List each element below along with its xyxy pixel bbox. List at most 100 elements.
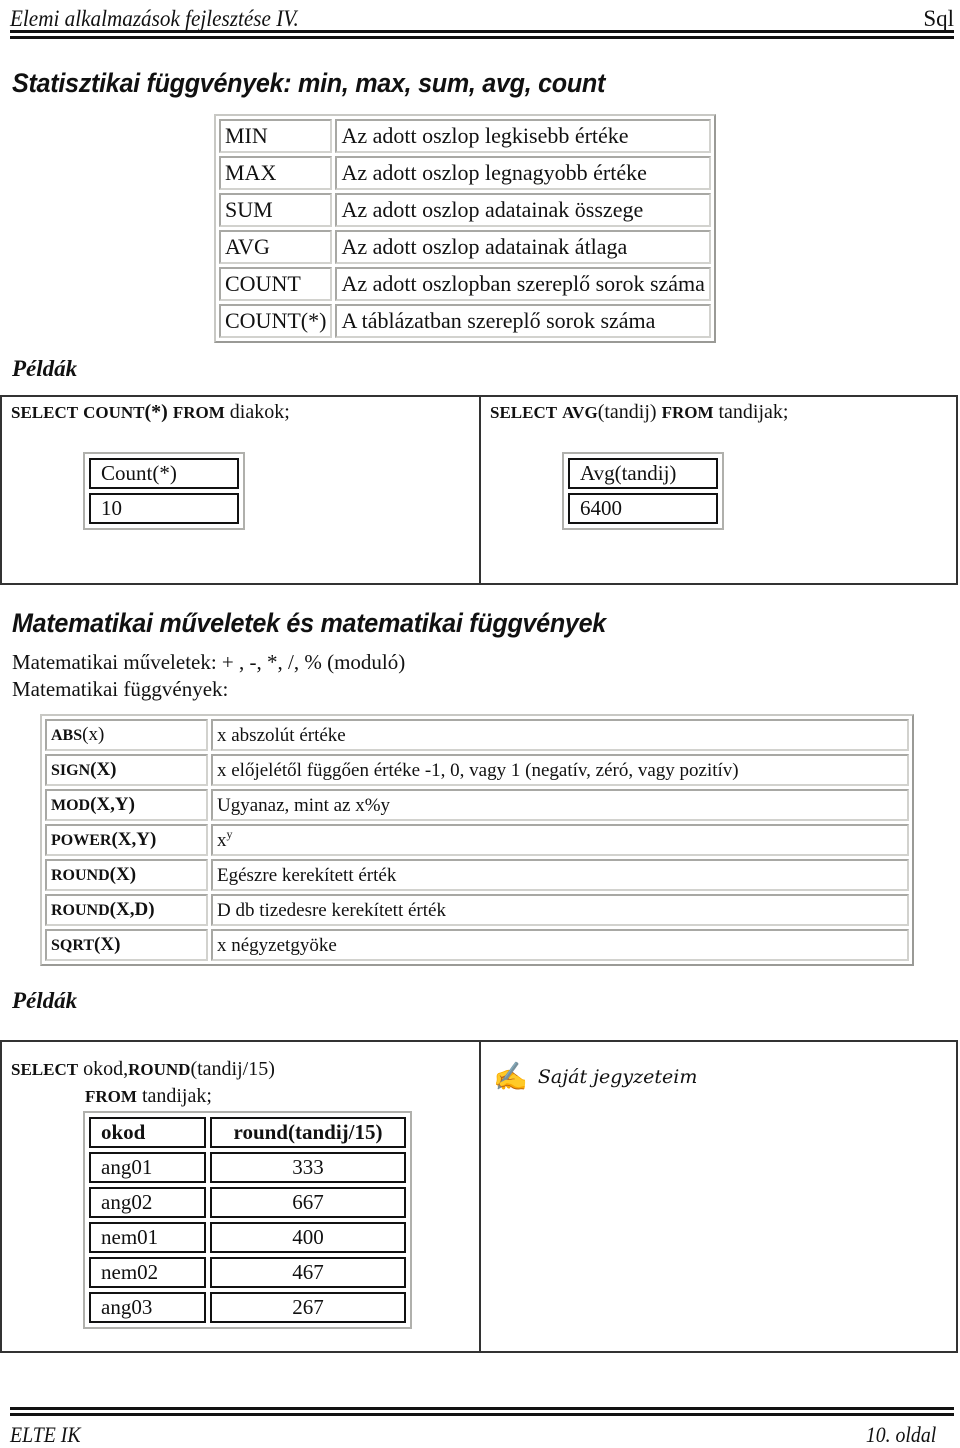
fn-args: (X) [90, 759, 117, 780]
sql-function: ROUND [128, 1060, 191, 1079]
table-row: nem01 400 [89, 1222, 406, 1253]
sql-arg: (tandij) [597, 401, 657, 423]
value-cell: 400 [210, 1222, 406, 1253]
fn-cell: ROUND(X,D) [45, 894, 208, 926]
fn-name: MOD [51, 797, 91, 814]
sql-query: SELECT okod,ROUND(tandij/15) FROM tandij… [11, 1056, 275, 1110]
desc-cell: Az adott oszlop adatainak átlaga [335, 230, 711, 264]
fn-name: ABS [51, 727, 83, 744]
table-row: nem02 467 [89, 1257, 406, 1288]
sql-keyword: SELECT [11, 1060, 79, 1079]
fn-cell: COUNT(*) [219, 304, 333, 338]
fn-cell: SUM [219, 193, 333, 227]
column-header: round(tandij/15) [210, 1117, 406, 1148]
math-functions-table: ABS(x) x abszolút értéke SIGN(X) x elője… [40, 714, 914, 966]
table-row: COUNT Az adott oszlopban szereplő sorok … [219, 267, 711, 301]
stat-functions-table: MIN Az adott oszlop legkisebb értéke MAX… [214, 114, 716, 343]
fn-cell: MIN [219, 119, 333, 153]
okod-cell: nem01 [89, 1222, 206, 1253]
desc-cell: Egészre kerekített érték [211, 859, 909, 891]
result-header: Avg(tandij) [568, 458, 718, 489]
table-row: AVG Az adott oszlop adatainak átlaga [219, 230, 711, 264]
table-row: SUM Az adott oszlop adatainak összege [219, 193, 711, 227]
sql-table: tandijak; [141, 1085, 212, 1107]
sql-keyword: SELECT [490, 403, 558, 422]
table-header-row: okod round(tandij/15) [89, 1117, 406, 1148]
value-cell: 333 [210, 1152, 406, 1183]
table-row: MOD(X,Y) Ugyanaz, mint az x%y [45, 789, 909, 821]
table-row: Avg(tandij) [568, 458, 718, 489]
okod-cell: ang01 [89, 1152, 206, 1183]
fn-name: ROUND [51, 902, 110, 919]
fn-args: (X,D) [109, 899, 155, 920]
math-funcs-line: Matematikai függvények: [12, 677, 229, 701]
course-title: Elemi alkalmazások fejlesztése IV. [10, 6, 299, 31]
footer-rule [10, 1407, 954, 1417]
table-row: ang01 333 [89, 1152, 406, 1183]
desc-cell: x előjelétől függően értéke -1, 0, vagy … [211, 754, 909, 786]
fn-cell: SQRT(X) [45, 929, 208, 961]
table-row: ang03 267 [89, 1292, 406, 1323]
fn-args: (X) [109, 864, 137, 885]
sql-keyword: FROM [172, 403, 225, 422]
table-row: SIGN(X) x előjelétől függően értéke -1, … [45, 754, 909, 786]
fn-cell: COUNT [219, 267, 333, 301]
table-row: SQRT(X) x négyzetgyöke [45, 929, 909, 961]
desc-cell: Az adott oszlopban szereplő sorok száma [335, 267, 711, 301]
table-row: Count(*) [89, 458, 239, 489]
example-box-round: SELECT okod,ROUND(tandij/15) FROM tandij… [0, 1040, 481, 1353]
table-row: POWER(X,Y) xy [45, 824, 909, 856]
example-box-count: SELECT COUNT(*) FROM diakok; Count(*) 10 [0, 395, 481, 585]
table-row: MAX Az adott oszlop legnagyobb értéke [219, 156, 711, 190]
examples-label-2: Példák [12, 988, 78, 1013]
okod-cell: ang03 [89, 1292, 206, 1323]
desc-cell: x abszolút értéke [211, 719, 909, 751]
fn-cell: ROUND(X) [45, 859, 208, 891]
sql-table: tandijak; [718, 401, 789, 423]
header-rule [10, 30, 954, 40]
table-row: 6400 [568, 493, 718, 524]
fn-cell: AVG [219, 230, 333, 264]
desc-cell: Az adott oszlop adatainak összege [335, 193, 711, 227]
sql-keyword: FROM [85, 1087, 137, 1106]
fn-cell: MAX [219, 156, 333, 190]
table-row: MIN Az adott oszlop legkisebb értéke [219, 119, 711, 153]
table-row: ABS(x) x abszolút értéke [45, 719, 909, 751]
sql-arg: (*) [144, 401, 168, 423]
page-number: 10. oldal [865, 1422, 936, 1447]
value-cell: 467 [210, 1257, 406, 1288]
sql-query: SELECT COUNT(*) FROM diakok; [11, 401, 290, 424]
sql-table: diakok; [229, 401, 290, 423]
table-row: COUNT(*) A táblázatban szereplő sorok sz… [219, 304, 711, 338]
table-row: ROUND(X,D) D db tizedesre kerekített ért… [45, 894, 909, 926]
table-row: ang02 667 [89, 1187, 406, 1218]
notes-label: Saját jegyzeteim [537, 1066, 698, 1088]
topic-label: Sql [923, 6, 954, 31]
sql-cols: okod, [83, 1058, 129, 1080]
fn-name: ROUND [51, 867, 110, 884]
okod-cell: nem02 [89, 1257, 206, 1288]
result-header: Count(*) [89, 458, 239, 489]
desc-cell: Ugyanaz, mint az x%y [211, 789, 909, 821]
result-table: okod round(tandij/15) ang01 333 ang02 66… [83, 1111, 412, 1329]
column-header: okod [89, 1117, 206, 1148]
okod-cell: ang02 [89, 1187, 206, 1218]
fn-args: (X,Y) [90, 794, 135, 815]
sql-keyword: SELECT [11, 403, 79, 422]
examples-label: Példák [12, 356, 78, 381]
table-row: 10 [89, 493, 239, 524]
fn-args: (X,Y) [111, 829, 157, 850]
fn-cell: SIGN(X) [45, 754, 208, 786]
math-ops-line: Matematikai műveletek: + , -, *, /, % (m… [12, 650, 406, 674]
notes-box: ✍ Saját jegyzeteim [479, 1040, 958, 1353]
sql-line-2: FROM tandijak; [11, 1083, 275, 1110]
fn-cell: MOD(X,Y) [45, 789, 208, 821]
value-cell: 267 [210, 1292, 406, 1323]
desc-cell: Az adott oszlop legkisebb értéke [335, 119, 711, 153]
notes-heading: ✍ Saját jegyzeteim [493, 1060, 697, 1093]
fn-name: POWER [51, 832, 112, 849]
sql-keyword: FROM [661, 403, 714, 422]
power-base: x [217, 829, 227, 851]
desc-cell: D db tizedesre kerekített érték [211, 894, 909, 926]
value-cell: 667 [210, 1187, 406, 1218]
